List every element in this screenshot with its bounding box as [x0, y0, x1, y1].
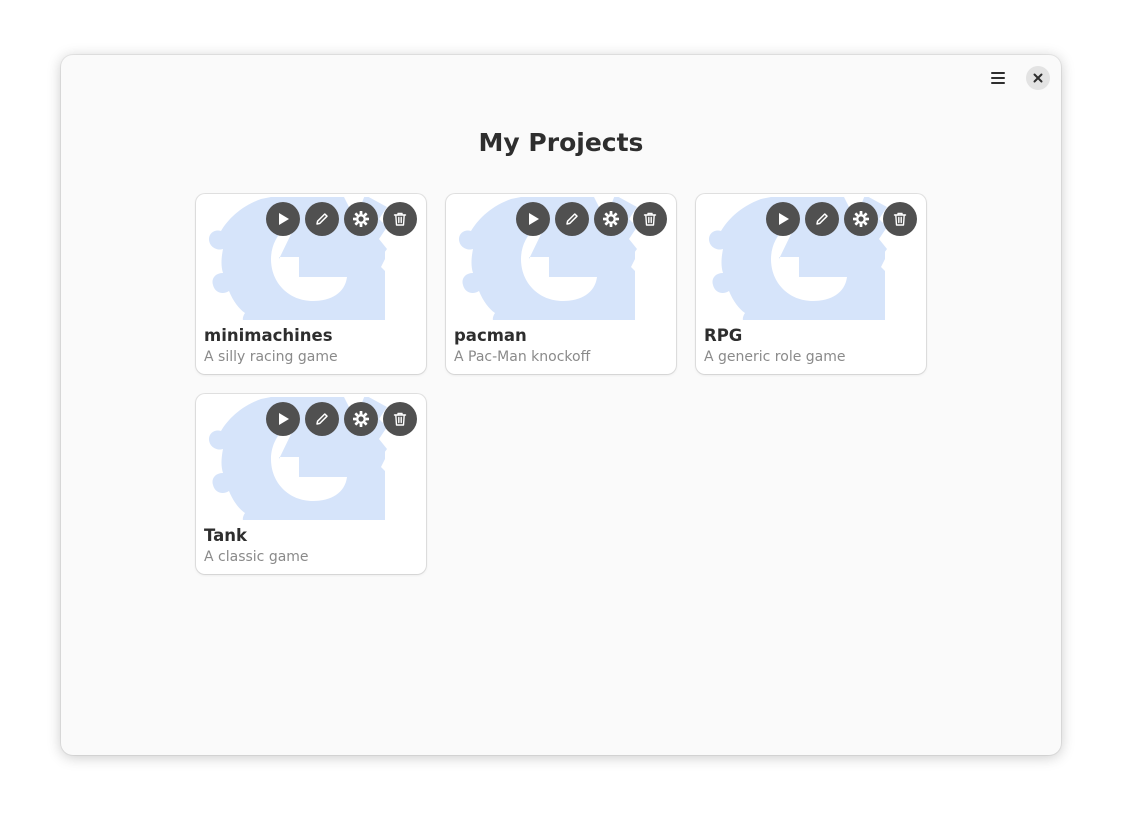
card-action-bar — [266, 202, 417, 236]
settings-button[interactable] — [844, 202, 878, 236]
close-window-button[interactable] — [1026, 66, 1050, 90]
play-button[interactable] — [516, 202, 550, 236]
project-description: A classic game — [204, 549, 309, 565]
edit-pencil-icon — [816, 213, 828, 225]
project-card[interactable]: pacman A Pac-Man knockoff — [446, 194, 676, 374]
project-description: A generic role game — [704, 349, 846, 365]
edit-button[interactable] — [555, 202, 589, 236]
play-button[interactable] — [766, 202, 800, 236]
edit-pencil-icon — [566, 213, 578, 225]
edit-button[interactable] — [305, 402, 339, 436]
settings-button[interactable] — [344, 402, 378, 436]
delete-trash-icon — [393, 212, 407, 226]
settings-gear-icon — [353, 211, 369, 227]
project-name: minimachines — [204, 326, 333, 345]
settings-gear-icon — [853, 211, 869, 227]
project-card[interactable]: minimachines A silly racing game — [196, 194, 426, 374]
project-name: RPG — [704, 326, 743, 345]
play-button[interactable] — [266, 402, 300, 436]
settings-gear-icon — [353, 411, 369, 427]
project-description: A Pac-Man knockoff — [454, 349, 591, 365]
edit-pencil-icon — [316, 413, 328, 425]
app-window: My Projects minimachines A silly racing … — [61, 55, 1061, 755]
settings-gear-icon — [603, 211, 619, 227]
delete-button[interactable] — [883, 202, 917, 236]
edit-button[interactable] — [805, 202, 839, 236]
play-icon — [779, 213, 789, 225]
project-card[interactable]: RPG A generic role game — [696, 194, 926, 374]
card-action-bar — [516, 202, 667, 236]
edit-button[interactable] — [305, 202, 339, 236]
project-card[interactable]: Tank A classic game — [196, 394, 426, 574]
hamburger-menu-icon — [991, 72, 1005, 84]
delete-trash-icon — [893, 212, 907, 226]
project-grid: minimachines A silly racing game pacman … — [196, 194, 926, 574]
play-icon — [279, 213, 289, 225]
project-name: pacman — [454, 326, 527, 345]
delete-button[interactable] — [633, 202, 667, 236]
play-icon — [529, 213, 539, 225]
close-icon — [1033, 73, 1043, 83]
settings-button[interactable] — [344, 202, 378, 236]
page-title: My Projects — [478, 128, 644, 157]
project-name: Tank — [204, 526, 247, 545]
settings-button[interactable] — [594, 202, 628, 236]
main-menu-button[interactable] — [985, 66, 1011, 90]
edit-pencil-icon — [316, 213, 328, 225]
delete-button[interactable] — [383, 202, 417, 236]
play-icon — [279, 413, 289, 425]
delete-button[interactable] — [383, 402, 417, 436]
card-action-bar — [766, 202, 917, 236]
card-action-bar — [266, 402, 417, 436]
delete-trash-icon — [393, 412, 407, 426]
delete-trash-icon — [643, 212, 657, 226]
project-description: A silly racing game — [204, 349, 338, 365]
play-button[interactable] — [266, 202, 300, 236]
